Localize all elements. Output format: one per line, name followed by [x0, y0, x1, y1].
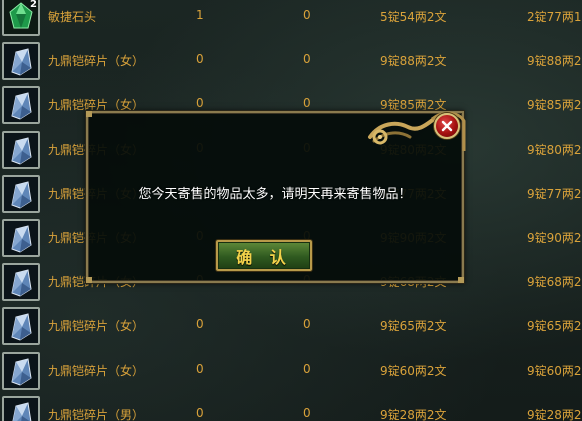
dialog-corner [458, 277, 464, 283]
close-x-icon [441, 120, 453, 132]
item-name: 九鼎铠碎片（女） [48, 54, 145, 68]
item-slot[interactable] [2, 86, 40, 124]
item-price-2: 9锭60两2 [527, 364, 582, 378]
item-slot[interactable] [2, 42, 40, 80]
item-name: 九鼎铠碎片（女） [48, 364, 145, 378]
item-count: 0 [196, 362, 204, 376]
item-slot[interactable] [2, 219, 40, 257]
item-price-2: 9锭77两2 [527, 187, 582, 201]
dialog-message: 您今天寄售的物品太多，请明天再来寄售物品！ [138, 187, 412, 202]
close-button[interactable] [434, 113, 460, 139]
item-count-2: 0 [303, 96, 311, 110]
item-name: 九鼎铠碎片（女） [48, 319, 145, 333]
item-slot[interactable] [2, 396, 40, 421]
stack-count: 2 [30, 0, 37, 10]
item-count: 1 [196, 8, 204, 22]
item-slot[interactable] [2, 263, 40, 301]
item-count-2: 0 [303, 52, 311, 66]
item-name: 九鼎铠碎片（男） [48, 408, 145, 421]
item-row[interactable]: 九鼎铠碎片（男） 0 0 9锭28两2文 9锭28两2 [0, 396, 582, 421]
item-slot[interactable] [2, 175, 40, 213]
crystal-shard-icon [4, 265, 38, 299]
item-count-2: 0 [303, 8, 311, 22]
item-count-2: 0 [303, 362, 311, 376]
item-slot[interactable]: 2 [2, 0, 40, 36]
confirm-button[interactable]: 确 认 [216, 240, 312, 271]
item-price: 5锭54两2文 [380, 10, 447, 24]
item-count-2: 0 [303, 406, 311, 420]
crystal-shard-icon [4, 398, 38, 421]
item-slot[interactable] [2, 131, 40, 169]
crystal-shard-icon [4, 133, 38, 167]
crystal-shard-icon [4, 177, 38, 211]
item-price-2: 9锭68两2 [527, 275, 582, 289]
item-row[interactable]: 九鼎铠碎片（女） 0 0 9锭88两2文 9锭88两2 [0, 42, 582, 86]
item-price: 9锭28两2文 [380, 408, 447, 421]
item-price-2: 9锭85两2 [527, 98, 582, 112]
crystal-shard-icon [4, 354, 38, 388]
item-slot[interactable] [2, 352, 40, 390]
item-count: 0 [196, 96, 204, 110]
item-price: 9锭60两2文 [380, 364, 447, 378]
crystal-shard-icon [4, 221, 38, 255]
item-slot[interactable] [2, 307, 40, 345]
item-name: 敏捷石头 [48, 10, 97, 24]
crystal-shard-icon [4, 44, 38, 78]
dialog-corner [86, 111, 92, 117]
item-count: 0 [196, 52, 204, 66]
dialog-corner [86, 277, 92, 283]
item-price-2: 9锭28两2 [527, 408, 582, 421]
item-price: 9锭65两2文 [380, 319, 447, 333]
crystal-shard-icon [4, 88, 38, 122]
crystal-shard-icon [4, 309, 38, 343]
item-price: 9锭88两2文 [380, 54, 447, 68]
item-price-2: 9锭80两2 [527, 143, 582, 157]
item-row[interactable]: 九鼎铠碎片（女） 0 0 9锭60两2文 9锭60两2 [0, 352, 582, 396]
item-price-2: 2锭77两1 [527, 10, 582, 24]
item-price-2: 9锭88两2 [527, 54, 582, 68]
item-count: 0 [196, 406, 204, 420]
item-row[interactable]: 九鼎铠碎片（女） 0 0 9锭65两2文 9锭65两2 [0, 307, 582, 351]
item-price-2: 9锭65两2 [527, 319, 582, 333]
item-count-2: 0 [303, 317, 311, 331]
item-price-2: 9锭90两2 [527, 231, 582, 245]
item-row[interactable]: 2 敏捷石头 1 0 5锭54两2文 2锭77两1 [0, 0, 582, 42]
item-count: 0 [196, 317, 204, 331]
